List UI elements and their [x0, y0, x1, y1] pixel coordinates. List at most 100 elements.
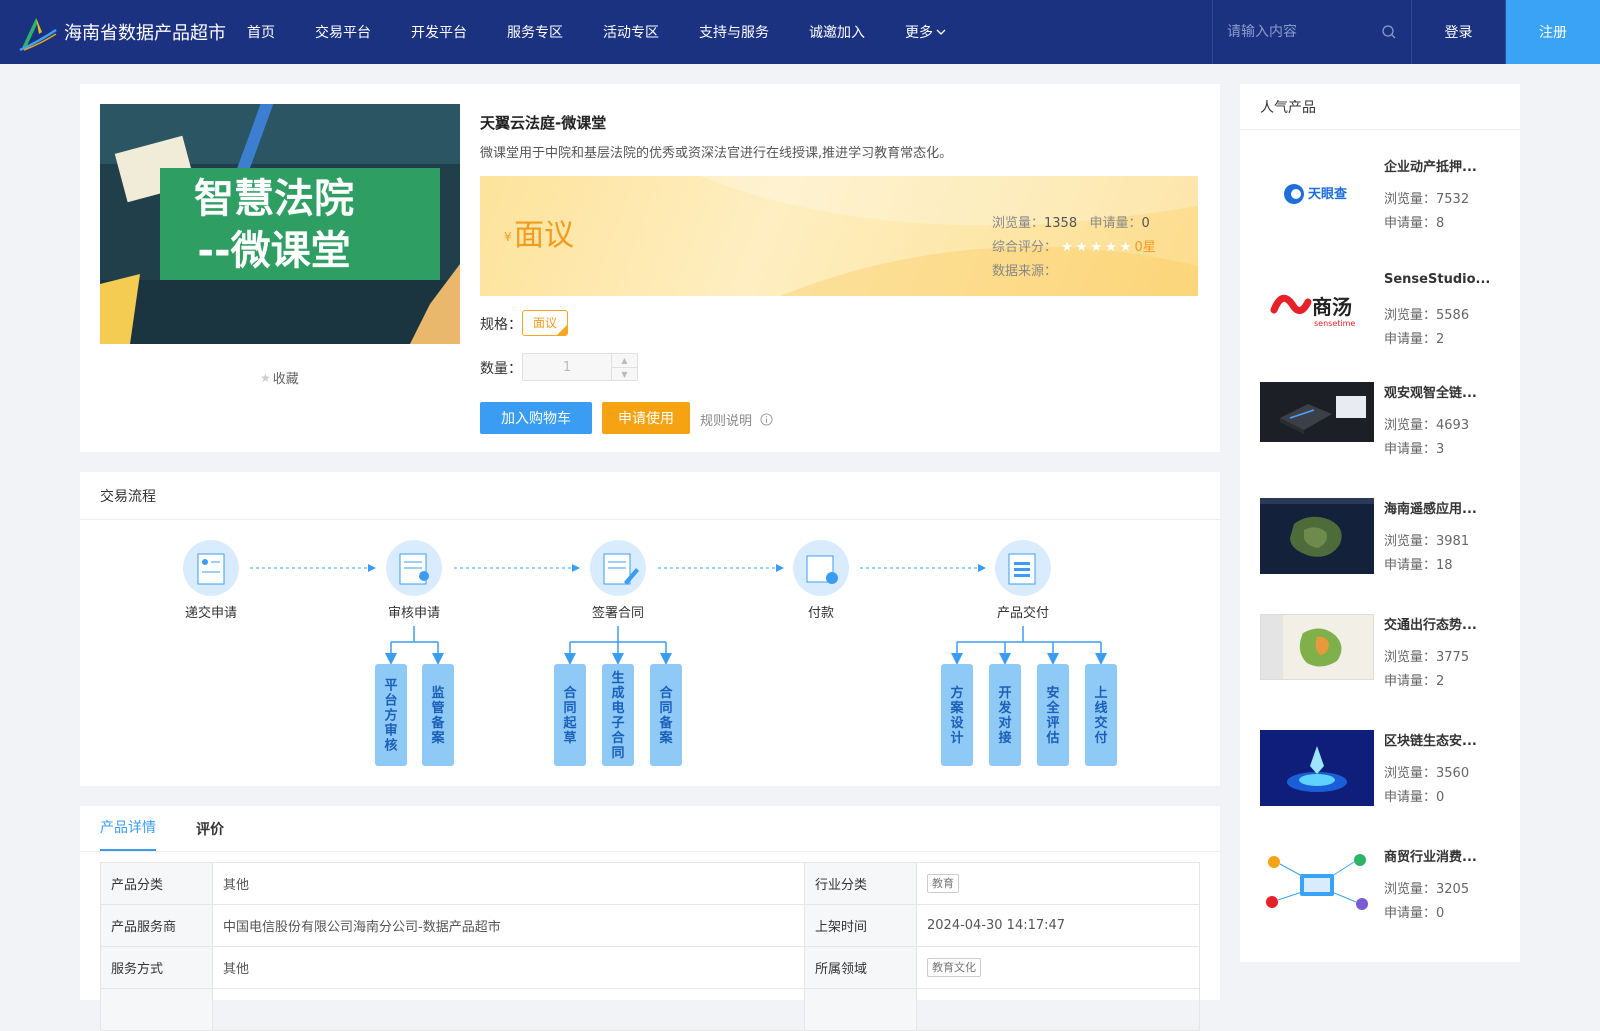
table-cell-value: 教育 — [916, 862, 1200, 905]
popular-item-title: 企业动产抵押... — [1384, 160, 1477, 175]
tab-product-details[interactable]: 产品详情 — [100, 817, 156, 851]
table-cell-label: 所属领域 — [804, 946, 917, 989]
popular-item[interactable]: 商贸行业消费... 浏览量：3205 申请量：0 — [1260, 846, 1510, 946]
product-image-line1: 智慧法院 — [194, 176, 354, 222]
step-label: 签署合同 — [592, 605, 644, 621]
process-panel: 交易流程 递交申请 审核申请 签署合同 付款 产品交付 平台方审核 监管备案 合… — [80, 472, 1220, 786]
product-panel: 智慧法院 --微课堂 ★ 收藏 天翼云法庭-微课堂 微课堂用于中院和基层法院的优… — [80, 84, 1220, 452]
rating-value: 0星 — [1134, 240, 1156, 255]
popular-item-title: SenseStudio... — [1384, 272, 1491, 287]
popular-item-applies: 申请量：3 — [1384, 438, 1444, 457]
popular-item-applies: 申请量：2 — [1384, 670, 1444, 689]
industry-tag: 教育 — [927, 874, 959, 893]
favorite-button[interactable]: ★ 收藏 — [260, 368, 299, 388]
commerce-network-image — [1266, 854, 1368, 910]
popular-item-applies: 申请量：0 — [1384, 786, 1444, 805]
apply-button[interactable]: 申请使用 — [602, 402, 690, 434]
product-image: 智慧法院 --微课堂 — [100, 104, 460, 344]
applies-label: 申请量： — [1089, 216, 1142, 231]
applies-label: 申请量： — [1384, 332, 1437, 347]
popular-item[interactable]: 交通出行态势... 浏览量：3775 申请量：2 — [1260, 614, 1510, 714]
quantity-decrease-icon[interactable]: ▼ — [612, 368, 637, 381]
views-count: 1358 — [1044, 216, 1078, 231]
quantity-increase-icon[interactable]: ▲ — [612, 354, 637, 368]
views-label: 浏览量： — [1384, 418, 1437, 433]
price-box: ¥ 面议 浏览量：1358 申请量：0 综合评分： ★★★★★0星 数据来源： — [480, 176, 1198, 296]
info-icon — [760, 413, 773, 426]
popular-item-title: 观安观智全链... — [1384, 386, 1477, 401]
table-cell-label: 上架时间 — [804, 904, 917, 947]
sub-step-label: 生成电子合同 — [611, 670, 625, 761]
tianyancha-logo: 天眼查 — [1284, 184, 1348, 204]
traffic-map-image — [1261, 615, 1373, 679]
table-row — [100, 988, 1200, 1031]
detail-tabs: 产品详情 评价 — [80, 806, 1220, 852]
search-box — [1212, 0, 1412, 64]
popular-item[interactable]: 观安观智全链... 浏览量：4693 申请量：3 — [1260, 382, 1510, 482]
popular-thumb — [1260, 382, 1374, 442]
spec-label: 规格： — [480, 317, 522, 333]
nav-more-label: 更多 — [905, 25, 933, 41]
table-cell-label — [100, 988, 213, 1031]
spec-option[interactable]: 面议 — [522, 310, 569, 336]
table-row: 服务方式 其他 所属领域 教育文化 — [100, 946, 1200, 989]
popular-item[interactable]: 海南遥感应用... 浏览量：3981 申请量：18 — [1260, 498, 1510, 598]
star-icon: ★ — [260, 370, 271, 385]
rating-stars: ★★★★★ — [1061, 240, 1135, 255]
table-cell-value: 其他 — [212, 946, 805, 989]
search-input[interactable] — [1227, 24, 1377, 40]
domain-tag: 教育文化 — [927, 958, 981, 977]
search-icon[interactable] — [1381, 24, 1397, 40]
popular-item[interactable]: 商汤 sensetime SenseStudio... 浏览量：5586 申请量… — [1260, 272, 1510, 372]
login-button[interactable]: 登录 — [1412, 0, 1506, 64]
quantity-stepper: ▲ ▼ — [522, 353, 638, 381]
applies-count: 2 — [1436, 674, 1445, 689]
quantity-input[interactable] — [523, 354, 611, 380]
nav-activities[interactable]: 活动专区 — [603, 22, 659, 42]
main-nav: 首页 交易平台 开发平台 服务专区 活动专区 支持与服务 诚邀加入 更多 — [247, 22, 986, 42]
views-label: 浏览量： — [1384, 534, 1437, 549]
applies-label: 申请量： — [1384, 906, 1437, 921]
process-title: 交易流程 — [80, 472, 1220, 520]
satellite-map-image — [1260, 498, 1374, 574]
step-icon-submit — [183, 540, 239, 596]
site-logo[interactable]: 海南省数据产品超市 — [18, 12, 240, 52]
popular-item-views: 浏览量：3205 — [1384, 878, 1469, 897]
nav-trading[interactable]: 交易平台 — [315, 22, 371, 42]
rules-link[interactable]: 规则说明 — [700, 410, 773, 429]
tab-reviews[interactable]: 评价 — [196, 819, 224, 851]
sensetime-logo-text: 商汤 — [1312, 295, 1352, 319]
nav-join[interactable]: 诚邀加入 — [809, 22, 865, 42]
applies-label: 申请量： — [1384, 790, 1437, 805]
top-header: 海南省数据产品超市 首页 交易平台 开发平台 服务专区 活动专区 支持与服务 诚… — [0, 0, 1600, 64]
popular-item-applies: 申请量：2 — [1384, 328, 1444, 347]
popular-item-title: 区块链生态安... — [1384, 734, 1477, 749]
add-to-cart-button[interactable]: 加入购物车 — [480, 402, 592, 434]
sub-step-label: 上线交付 — [1094, 686, 1107, 746]
popular-item[interactable]: 天眼查 企业动产抵押... 浏览量：7532 申请量：8 — [1260, 156, 1510, 256]
nav-more[interactable]: 更多 — [905, 22, 946, 42]
nav-services[interactable]: 服务专区 — [507, 22, 563, 42]
favorite-label: 收藏 — [272, 372, 299, 387]
nav-developer[interactable]: 开发平台 — [411, 22, 467, 42]
views-count: 3205 — [1436, 882, 1470, 897]
device-image — [1260, 382, 1374, 442]
applies-label: 申请量： — [1384, 674, 1437, 689]
process-diagram: 递交申请 审核申请 签署合同 付款 产品交付 平台方审核 监管备案 合同起草 生成电子… — [183, 540, 1117, 766]
applies-label: 申请量： — [1384, 216, 1437, 231]
table-cell-value — [916, 988, 1200, 1031]
table-cell-value: 中国电信股份有限公司海南分公司-数据产品超市 — [212, 904, 805, 947]
popular-item-title: 交通出行态势... — [1384, 618, 1477, 633]
popular-thumb — [1260, 730, 1374, 806]
popular-item-views: 浏览量：4693 — [1384, 414, 1469, 433]
nav-support[interactable]: 支持与服务 — [699, 22, 769, 42]
popular-item-views: 浏览量：7532 — [1384, 188, 1469, 207]
sub-step-label: 平台方审核 — [384, 679, 397, 754]
popular-item[interactable]: 区块链生态安... 浏览量：3560 申请量：0 — [1260, 730, 1510, 830]
sensetime-logo: 商汤 sensetime — [1270, 294, 1355, 328]
product-image-art: 智慧法院 --微课堂 — [100, 104, 460, 344]
source-label: 数据来源： — [992, 264, 1058, 279]
applies-label: 申请量： — [1384, 442, 1437, 457]
nav-home[interactable]: 首页 — [247, 22, 275, 42]
register-button[interactable]: 注册 — [1506, 0, 1600, 64]
